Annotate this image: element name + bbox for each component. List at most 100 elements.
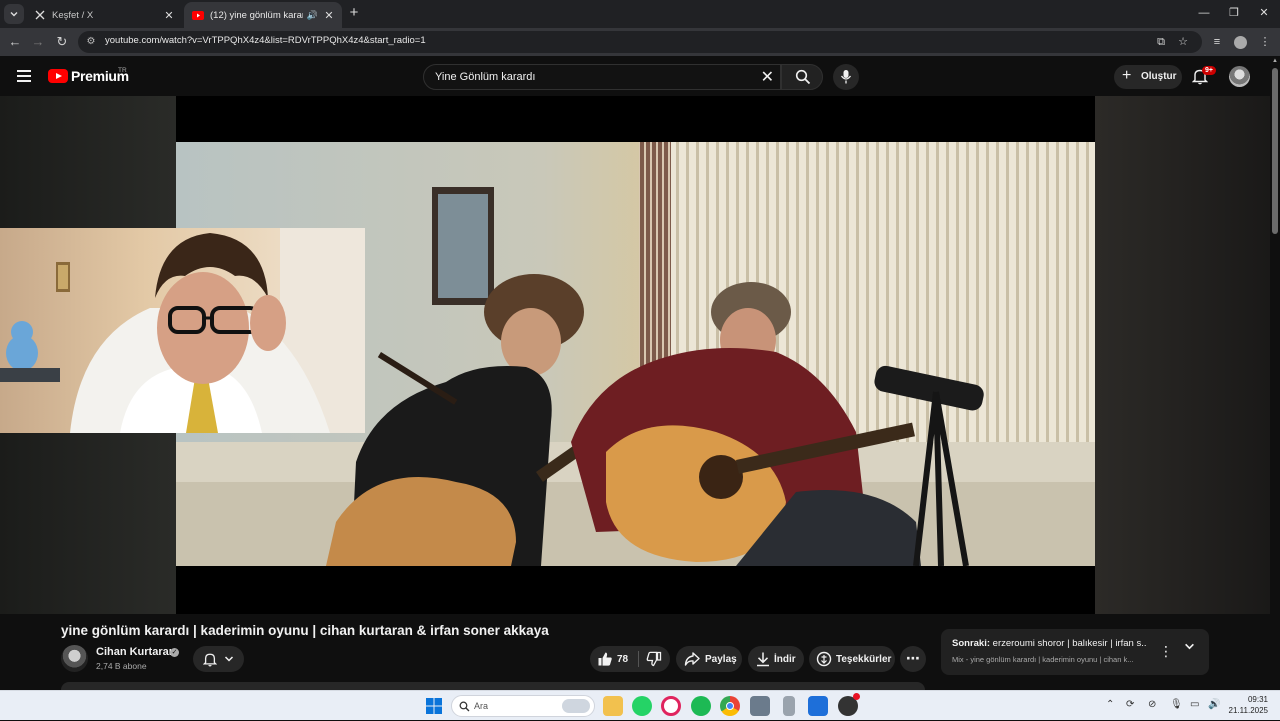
forward-arrow-icon[interactable]: → [29,33,47,51]
search-icon [459,701,470,712]
bell-icon [203,653,217,667]
install-app-icon[interactable]: ⧉ [1152,33,1170,51]
download-button[interactable]: İndir [748,646,804,672]
channel-name[interactable]: Cihan Kurtaran [96,646,175,658]
thanks-label: Teşekkürler [836,654,892,665]
tab-x-explore[interactable]: Keşfet / X ✕ [26,2,182,28]
file-explorer-icon[interactable] [603,696,623,716]
clear-search-icon[interactable]: ✕ [761,67,774,87]
tab-title: Keşfet / X [52,9,94,21]
taskbar-search[interactable]: Ara [451,695,595,717]
back-arrow-icon[interactable]: ← [6,33,24,51]
super-thanks-icon [816,651,832,667]
x-logo-icon [34,9,46,21]
search-input[interactable]: Yine Gönlüm karardı ✕ [423,64,781,90]
download-icon [757,652,769,667]
more-vertical-icon[interactable]: ⋮ [1159,643,1173,660]
windows-taskbar: Ara ⌃ ⟳ ⊘ 🎙 ▭ 🔊 09:31 21.11.2025 [0,690,1280,720]
ambient-right [1095,96,1270,614]
system-clock[interactable]: 09:31 21.11.2025 [1228,694,1268,716]
thumbs-up-icon [598,652,612,666]
search-button[interactable] [781,64,823,90]
subscriber-count: 2,74 B abone [96,661,147,671]
hamburger-menu-icon[interactable] [17,70,31,82]
share-arrow-icon [684,652,700,666]
windows-start-icon[interactable] [424,696,444,716]
like-button[interactable]: 78 [590,646,638,672]
create-label: Oluştur [1141,71,1177,82]
tab-search-button[interactable] [4,4,24,24]
scroll-up-arrow-icon[interactable]: ▲ [1272,58,1278,64]
display-icon[interactable]: ▭ [1190,699,1199,710]
up-next-title: erzeroumi shoror | balıkesir | irfan s..… [992,638,1147,649]
taskbar-search-label: Ara [474,701,489,711]
more-actions-button[interactable]: ⋯ [900,646,926,672]
microphone-icon[interactable]: 🎙 [1170,699,1183,710]
reload-icon[interactable]: ↻ [53,33,71,51]
subscription-bell-button[interactable] [193,646,244,672]
chevron-down-icon[interactable] [1184,641,1195,655]
youtube-logo-icon[interactable] [48,69,68,83]
chrome-icon[interactable] [720,696,740,716]
voice-search-button[interactable] [833,64,859,90]
up-next-title-line: Sonraki: erzeroumi shoror | balıkesir | … [952,638,1147,649]
tab-close-icon[interactable]: ✕ [322,9,336,22]
audio-playing-icon[interactable]: 🔊 [307,10,318,21]
description-box[interactable] [61,682,925,690]
new-tab-button[interactable]: + [346,5,362,21]
chevron-down-icon [10,12,18,17]
plus-icon: + [1122,67,1132,84]
chevron-down-icon [224,656,234,662]
address-bar[interactable]: ⚙ youtube.com/watch?v=VrTPPQhX4z4&list=R… [78,31,1202,53]
channel-avatar[interactable] [61,645,88,672]
spotify-icon[interactable] [691,696,711,716]
network-icon[interactable]: ⊘ [1148,699,1156,710]
dislike-button[interactable] [639,646,670,672]
search-highlight-icon [562,699,590,713]
bookmark-star-icon[interactable]: ☆ [1174,33,1192,51]
account-avatar[interactable] [1229,66,1250,87]
app-icon[interactable] [808,696,828,716]
page-scrollbar[interactable]: ▲ [1270,56,1280,690]
tab-title: (12) yine gönlüm karardı | k [210,9,303,21]
clock-date: 21.11.2025 [1228,706,1268,715]
webcam-scene-illustration [0,228,365,433]
clock-time: 09:31 [1247,695,1268,704]
like-dislike-group: 78 [590,646,670,672]
tab-close-icon[interactable]: ✕ [162,9,176,22]
reading-list-icon[interactable]: ≡ [1208,33,1226,51]
camera-app-icon[interactable] [750,696,770,716]
microphone-app-icon[interactable] [783,696,795,716]
tab-youtube-video[interactable]: (12) yine gönlüm karardı | k 🔊 ✕ [184,2,342,28]
video-title: yine gönlüm karardı | kaderimin oyunu | … [61,623,549,638]
up-next-prefix: Sonraki: [952,638,991,649]
minimize-button[interactable]: — [1189,4,1219,22]
site-info-icon[interactable]: ⚙ [84,35,98,49]
more-horizontal-icon: ⋯ [906,650,920,666]
thumbs-down-icon [646,651,662,667]
url-text[interactable]: youtube.com/watch?v=VrTPPQhX4z4&list=RDV… [105,35,426,46]
search-value[interactable]: Yine Gönlüm karardı [435,71,535,83]
scrollbar-thumb[interactable] [1272,68,1278,234]
up-next-card[interactable]: Sonraki: erzeroumi shoror | balıkesir | … [941,629,1209,675]
create-button[interactable]: + Oluştur [1114,65,1182,89]
sync-icon[interactable]: ⟳ [1126,699,1134,710]
up-next-subtitle: Mix - yine gönlüm karardı | kaderimin oy… [952,655,1134,664]
microphone-icon [840,70,852,84]
share-button[interactable]: Paylaş [676,646,742,672]
opera-icon[interactable] [661,696,681,716]
like-count: 78 [617,654,629,665]
browser-toolbar: ← → ↻ ⚙ youtube.com/watch?v=VrTPPQhX4z4&… [0,28,1280,56]
whatsapp-icon[interactable] [632,696,652,716]
region-code: TR [118,67,127,74]
close-window-button[interactable]: ✕ [1249,4,1279,22]
obs-icon[interactable] [838,693,860,716]
more-menu-icon[interactable]: ⋮ [1256,33,1274,51]
thanks-button[interactable]: Teşekkürler [809,646,895,672]
youtube-masthead: Premium TR Yine Gönlüm karardı ✕ + Oluşt… [0,56,1280,96]
volume-icon[interactable]: 🔊 [1208,699,1220,710]
profile-avatar-icon[interactable] [1231,33,1249,51]
restore-button[interactable]: ❐ [1219,4,1249,22]
chevron-up-icon[interactable]: ⌃ [1106,699,1114,710]
browser-tab-strip: Keşfet / X ✕ (12) yine gönlüm karardı | … [0,0,1280,28]
